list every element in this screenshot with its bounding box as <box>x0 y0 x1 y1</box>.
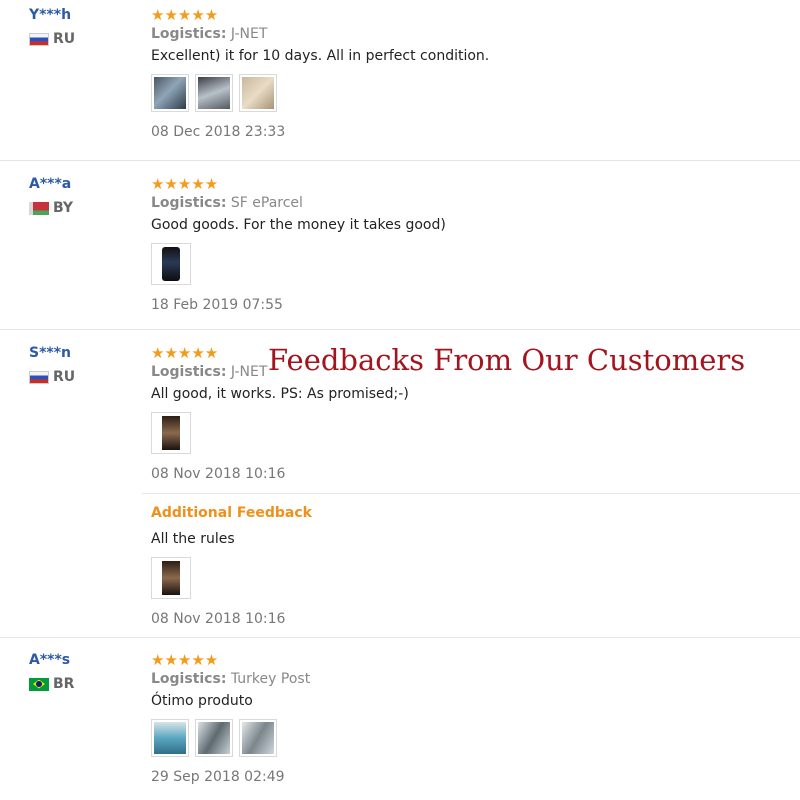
additional-feedback-divider <box>142 493 800 494</box>
star-rating: ★★★★★ <box>151 651 219 669</box>
review-photo-thumbnail[interactable] <box>151 557 191 599</box>
country-code: RU <box>53 31 76 47</box>
reviewer-name[interactable]: A***s <box>29 652 70 668</box>
brazil-flag-icon <box>29 677 49 691</box>
overlay-title: Feedbacks From Our Customers <box>268 343 746 377</box>
reviewer-country: BR <box>29 676 74 692</box>
additional-feedback-text: All the rules <box>151 531 235 547</box>
review-photo-thumbnail[interactable] <box>151 74 189 112</box>
review-date: 08 Nov 2018 10:16 <box>151 466 286 482</box>
review-photo-thumbnail[interactable] <box>195 74 233 112</box>
russia-flag-icon <box>29 32 49 46</box>
logistics-label: Logistics: <box>151 26 227 42</box>
review-photo-thumbnail[interactable] <box>151 412 191 454</box>
logistics-label: Logistics: <box>151 195 227 211</box>
review-photos <box>151 74 800 112</box>
reviewer-country: RU <box>29 369 75 385</box>
logistics-value: J-NET <box>230 364 268 380</box>
review-content: ★★★★★ Logistics: J-NET Excellent) it for… <box>151 7 800 140</box>
star-rating: ★★★★★ <box>151 6 219 24</box>
reviewer-name[interactable]: A***a <box>29 176 71 192</box>
logistics-label: Logistics: <box>151 364 227 380</box>
review-photos <box>151 243 800 285</box>
additional-feedback-date: 08 Nov 2018 10:16 <box>151 611 286 627</box>
country-code: BY <box>53 200 74 216</box>
review-text: Good goods. For the money it takes good) <box>151 217 446 233</box>
review-photo-thumbnail[interactable] <box>151 243 191 285</box>
star-rating: ★★★★★ <box>151 175 219 193</box>
review-photo-thumbnail[interactable] <box>195 719 233 757</box>
reviewer-country: BY <box>29 200 73 216</box>
review-photo-thumbnail[interactable] <box>151 719 189 757</box>
additional-feedback-content: Additional Feedback All the rules 08 Nov… <box>151 505 800 627</box>
logistics-line: Logistics: Turkey Post <box>151 671 800 687</box>
reviewer-country: RU <box>29 31 75 47</box>
review-photos <box>151 412 800 454</box>
country-code: BR <box>53 676 75 692</box>
review-date: 18 Feb 2019 07:55 <box>151 297 283 313</box>
review-content: ★★★★★ Logistics: Turkey Post Ótimo produ… <box>151 652 800 785</box>
additional-feedback-label: Additional Feedback <box>151 505 312 521</box>
review-text: Excellent) it for 10 days. All in perfec… <box>151 48 490 64</box>
review-text: All good, it works. PS: As promised;-) <box>151 386 409 402</box>
logistics-line: Logistics: SF eParcel <box>151 195 800 211</box>
logistics-value: Turkey Post <box>230 671 311 687</box>
review-divider <box>0 329 800 330</box>
country-code: RU <box>53 369 76 385</box>
belarus-flag-icon <box>29 201 49 215</box>
review-content: ★★★★★ Logistics: SF eParcel Good goods. … <box>151 176 800 313</box>
logistics-line: Logistics: J-NET <box>151 26 800 42</box>
logistics-label: Logistics: <box>151 671 227 687</box>
logistics-value: J-NET <box>230 26 268 42</box>
review-photo-thumbnail[interactable] <box>239 74 277 112</box>
additional-feedback-photos <box>151 557 800 599</box>
review-photos <box>151 719 800 757</box>
review-photo-thumbnail[interactable] <box>239 719 277 757</box>
reviewer-name[interactable]: Y***h <box>29 7 71 23</box>
russia-flag-icon <box>29 370 49 384</box>
logistics-value: SF eParcel <box>230 195 303 211</box>
review-text: Ótimo produto <box>151 693 253 709</box>
review-date: 29 Sep 2018 02:49 <box>151 769 285 785</box>
review-date: 08 Dec 2018 23:33 <box>151 124 286 140</box>
reviewer-name[interactable]: S***n <box>29 345 71 361</box>
review-divider <box>0 160 800 161</box>
review-divider <box>0 637 800 638</box>
